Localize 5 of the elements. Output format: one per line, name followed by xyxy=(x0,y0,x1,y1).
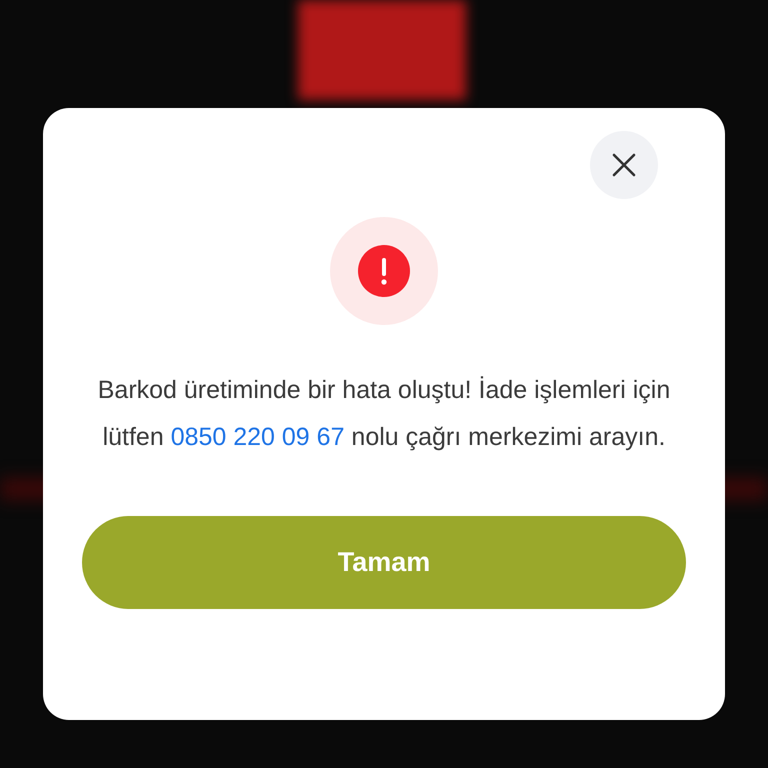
close-icon xyxy=(612,153,636,177)
phone-link[interactable]: 0850 220 09 67 xyxy=(170,423,344,451)
alert-icon xyxy=(358,245,410,297)
ok-button[interactable]: Tamam xyxy=(82,516,686,609)
error-message: Barkod üretiminde bir hata oluştu! İade işlemleri için lütfen 0850 220 09 67 nolu çağrı merkezimi arayın. xyxy=(96,375,672,453)
